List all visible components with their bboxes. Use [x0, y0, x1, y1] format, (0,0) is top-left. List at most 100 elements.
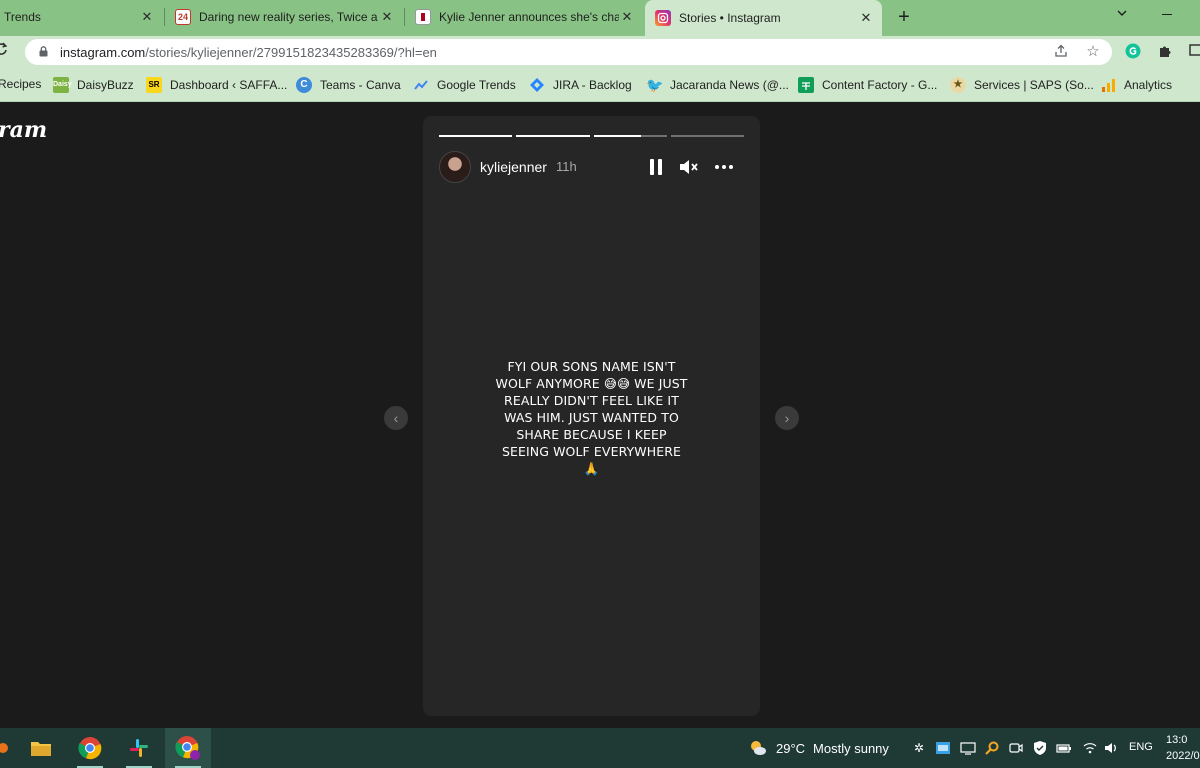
dropbox-icon[interactable]: ✲: [911, 740, 927, 756]
twitter-icon: 🐦: [646, 77, 664, 93]
security-shield-icon[interactable]: [1032, 740, 1048, 756]
sheets-icon: [798, 77, 814, 93]
pause-icon[interactable]: [645, 156, 667, 178]
close-icon[interactable]: ✕: [139, 9, 155, 25]
tab-strip: Trends ✕ 24 Daring new reality series, T…: [0, 0, 1200, 36]
grammarly-icon[interactable]: [1124, 43, 1142, 61]
close-icon[interactable]: ✕: [619, 9, 635, 25]
tab-daring-reality-series[interactable]: 24 Daring new reality series, Twice a ✕: [175, 0, 403, 34]
story-text: FYI OUR SONS NAME ISN'T WOLF ANYMORE 😅😅 …: [495, 359, 688, 476]
display-icon[interactable]: [960, 740, 976, 756]
bookmark-star-icon[interactable]: ☆: [1084, 43, 1102, 61]
lock-icon[interactable]: [39, 46, 48, 57]
bookmark-content-factory[interactable]: Content Factory - G...: [798, 77, 937, 93]
weather-description: Mostly sunny: [813, 740, 889, 756]
extensions-puzzle-icon[interactable]: [1156, 43, 1174, 61]
bookmark-analytics[interactable]: Analytics: [1100, 77, 1172, 93]
partly-sunny-icon: [751, 741, 766, 755]
bookmark-saps-services[interactable]: ★ Services | SAPS (So...: [950, 77, 1094, 93]
meet-now-icon[interactable]: [1008, 740, 1024, 756]
progress-segment: [593, 135, 667, 137]
story-progress: [439, 135, 744, 137]
browser-toolbar: instagram.com/stories/kyliejenner/279915…: [0, 36, 1200, 68]
close-icon[interactable]: ✕: [379, 9, 395, 25]
new-tab-button[interactable]: +: [893, 6, 915, 28]
reload-icon[interactable]: [0, 42, 8, 61]
mute-icon[interactable]: [677, 156, 699, 178]
bookmark-label: Analytics: [1124, 78, 1173, 92]
news-site-icon: [415, 9, 431, 25]
progress-segment: [516, 135, 590, 137]
url-text[interactable]: instagram.com/stories/kyliejenner/279915…: [60, 45, 437, 60]
chrome-icon[interactable]: [67, 728, 113, 768]
bookmark-daisybuzz[interactable]: Daisy DaisyBuzz: [53, 77, 134, 93]
tab-title: Daring new reality series, Twice a: [199, 10, 378, 24]
jira-icon: [529, 77, 545, 93]
bookmark-saffa-dashboard[interactable]: SR Dashboard ‹ SAFFA...: [146, 77, 287, 93]
tab-search-icon[interactable]: [1116, 6, 1128, 22]
slack-icon[interactable]: [116, 728, 162, 768]
bookmark-label: JIRA - Backlog: [553, 78, 632, 92]
calendar-24-icon: 24: [175, 9, 191, 25]
chrome-profile-icon[interactable]: [165, 728, 211, 768]
bookmark-label: Teams - Canva: [320, 78, 401, 92]
daisybuzz-icon: Daisy: [53, 77, 72, 93]
volume-icon[interactable]: [1103, 740, 1119, 756]
wifi-icon[interactable]: [1082, 740, 1098, 756]
bookmark-recipes[interactable]: Recipes: [0, 77, 41, 91]
tab-title: Kylie Jenner announces she's cha: [439, 10, 619, 24]
bookmark-teams-canva[interactable]: C Teams - Canva: [296, 77, 401, 93]
weather-temperature: 29°C: [776, 740, 806, 756]
saps-icon: ★: [950, 77, 966, 93]
bookmark-jira-backlog[interactable]: JIRA - Backlog: [529, 77, 632, 93]
bookmark-jacaranda-news[interactable]: 🐦 Jacaranda News (@...: [646, 77, 789, 93]
bookmarks-bar: Recipes Daisy DaisyBuzz SR Dashboard ‹ S…: [0, 68, 1200, 102]
bookmark-label: Dashboard ‹ SAFFA...: [170, 78, 288, 92]
address-bar[interactable]: instagram.com/stories/kyliejenner/279915…: [25, 39, 1112, 65]
system-clock[interactable]: 13:0 2022/0: [1166, 732, 1200, 764]
share-icon[interactable]: [1052, 43, 1070, 61]
close-icon[interactable]: ✕: [858, 10, 874, 26]
search-tool-icon[interactable]: [984, 740, 1000, 756]
trends-icon: [413, 77, 429, 93]
bookmark-label: Services | SAPS (So...: [974, 78, 1094, 92]
next-story-button[interactable]: ›: [775, 406, 799, 430]
bookmark-label: Recipes: [0, 77, 42, 91]
bookmark-label: Google Trends: [437, 78, 516, 92]
tab-title: Stories • Instagram: [679, 11, 781, 25]
instagram-icon: [655, 10, 671, 26]
story-username[interactable]: kyliejenner: [480, 159, 547, 175]
canva-icon: C: [296, 77, 312, 93]
bookmark-google-trends[interactable]: Google Trends: [413, 77, 516, 93]
more-options-icon[interactable]: [713, 156, 735, 178]
battery-icon[interactable]: [1056, 740, 1072, 756]
url-path: /stories/kyliejenner/2799151823435283369…: [145, 45, 437, 60]
progress-segment: [439, 135, 513, 137]
tab-title: Trends: [4, 10, 41, 24]
sr-icon: SR: [146, 77, 162, 93]
progress-segment: [670, 135, 744, 137]
previous-story-button[interactable]: ‹: [384, 406, 408, 430]
instagram-logo[interactable]: ram: [0, 117, 47, 143]
tab-instagram-stories[interactable]: Stories • Instagram ✕: [645, 0, 882, 36]
instagram-stories-page: ram ‹ › kyliejenner 11h FYI OUR SONS NAM…: [0, 103, 1200, 728]
avatar[interactable]: [439, 151, 471, 183]
tab-trends[interactable]: Trends ✕: [0, 0, 163, 34]
input-language[interactable]: ENG: [1129, 741, 1153, 753]
minimize-icon[interactable]: [1162, 14, 1172, 15]
app-tray-icon[interactable]: [935, 740, 951, 756]
bookmark-label: Content Factory - G...: [822, 78, 938, 92]
story-header: kyliejenner 11h: [439, 150, 744, 183]
clock-date: 2022/0: [1166, 750, 1200, 762]
url-host: instagram.com: [60, 45, 146, 60]
bookmark-label: Jacaranda News (@...: [670, 78, 789, 92]
weather-widget[interactable]: 29°C Mostly sunny: [748, 738, 889, 758]
tab-separator: [164, 8, 165, 26]
side-panel-icon[interactable]: [1187, 43, 1200, 61]
file-explorer-icon[interactable]: [18, 728, 64, 768]
bookmark-label: DaisyBuzz: [77, 78, 134, 92]
story-viewer[interactable]: kyliejenner 11h FYI OUR SONS NAME ISN'T …: [423, 116, 760, 716]
story-timestamp: 11h: [556, 159, 577, 174]
tab-separator: [404, 8, 405, 26]
tab-kylie-jenner-news[interactable]: Kylie Jenner announces she's cha ✕: [415, 0, 643, 34]
